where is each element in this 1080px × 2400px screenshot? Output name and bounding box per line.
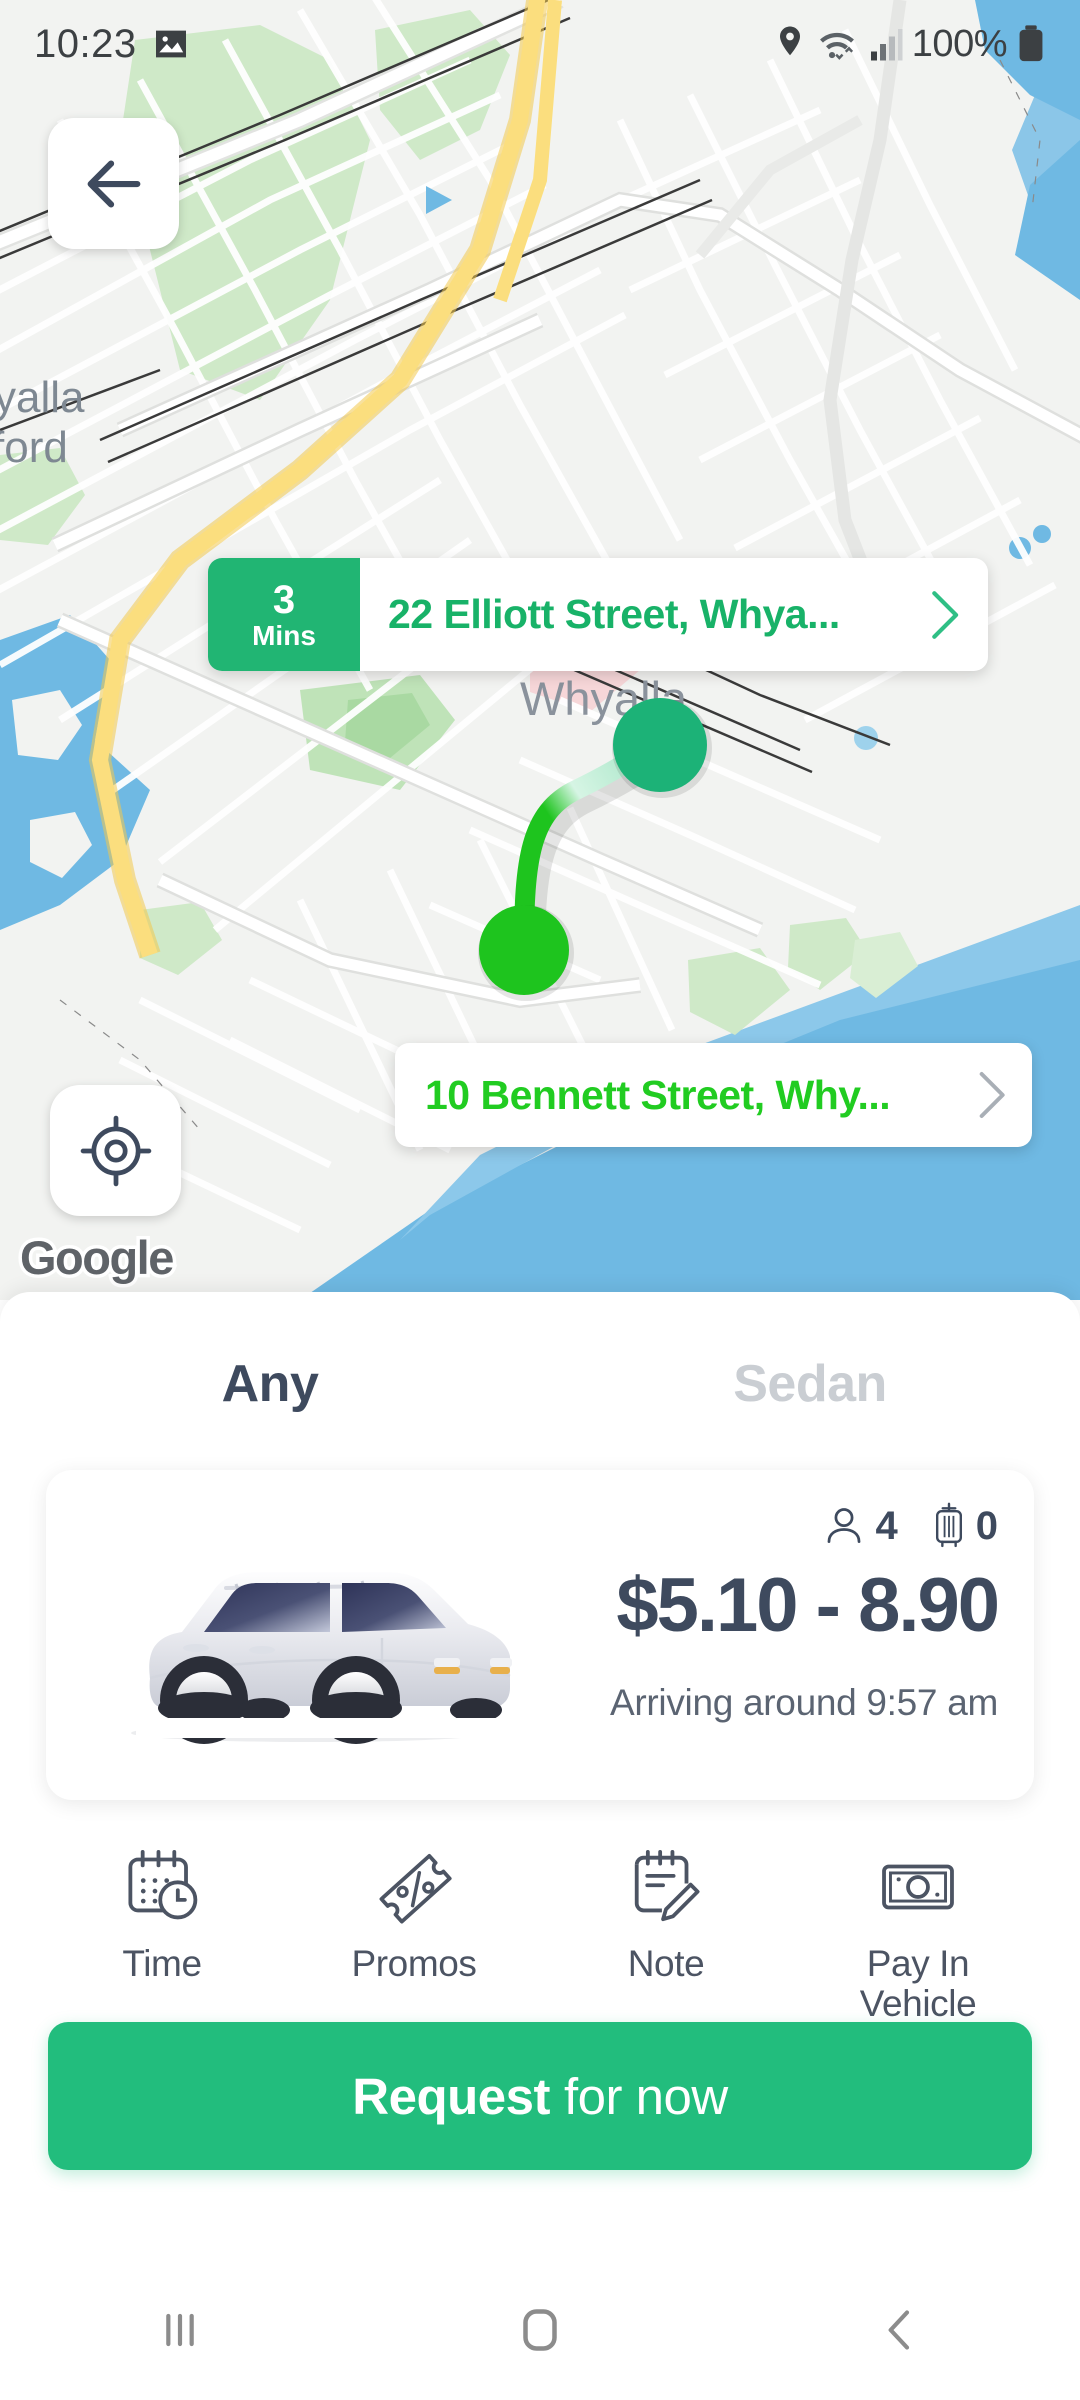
chevron-right-icon <box>979 1072 1005 1118</box>
chevron-right-icon <box>932 590 959 639</box>
request-button-light-text: for now <box>563 2067 728 2125</box>
google-attribution: Google <box>17 1228 178 1288</box>
signal-bars-icon <box>870 29 903 61</box>
fare-estimate: $5.10 - 8.90 <box>616 1563 1000 1648</box>
app-screen: yalla ford Whyalla 10:23 <box>0 0 1080 2400</box>
passenger-icon <box>827 1508 860 1543</box>
arrival-estimate: Arriving around 9:57 am <box>610 1682 998 1723</box>
image-icon <box>155 30 186 58</box>
request-ride-button[interactable]: Request for now <box>48 2022 1032 2170</box>
action-time-label: Time <box>122 1943 202 1984</box>
system-nav-bar <box>0 2260 1080 2400</box>
ride-actions-row: Time Promos Note Pay In Vehicle <box>36 1846 1044 2024</box>
arrow-left-icon <box>87 160 140 207</box>
tab-any[interactable]: Any <box>0 1354 540 1414</box>
silver-car-illustration <box>131 1572 526 1744</box>
destination-address-card[interactable]: 10 Bennett Street, Why... <box>395 1043 1032 1147</box>
status-bar: 10:23 100% <box>0 0 1080 88</box>
my-location-button[interactable] <box>50 1085 181 1216</box>
action-promos[interactable]: Promos <box>288 1846 540 2024</box>
action-note[interactable]: Note <box>540 1846 792 2024</box>
pickup-marker <box>613 698 707 792</box>
ticket-icon <box>379 1853 452 1924</box>
back-button[interactable] <box>48 118 179 249</box>
battery-percent-text: 100% <box>911 22 1008 65</box>
action-note-label: Note <box>627 1943 705 1984</box>
note-pencil-icon <box>634 1849 700 1922</box>
action-promos-label: Promos <box>351 1943 477 1984</box>
action-pay-in-vehicle[interactable]: Pay In Vehicle <box>792 1846 1044 2024</box>
nav-back-button[interactable] <box>820 2260 980 2400</box>
passenger-count: 4 <box>875 1503 898 1548</box>
map-edge-label-1: yalla <box>0 373 85 422</box>
destination-marker <box>479 905 569 995</box>
nav-home-button[interactable] <box>460 2260 620 2400</box>
pickup-eta-unit: Mins <box>252 619 316 651</box>
vehicle-capacity: 4 0 <box>822 1502 998 1550</box>
pickup-card-body[interactable]: 22 Elliott Street, Whya... <box>360 558 988 671</box>
crosshair-icon <box>80 1115 151 1186</box>
nav-back-icon <box>888 2310 910 2350</box>
nav-recents-button[interactable] <box>100 2260 260 2400</box>
recents-icon <box>166 2313 194 2347</box>
pickup-address-card[interactable]: 3 Mins 22 Elliott Street, Whya... <box>208 558 988 671</box>
calendar-clock-icon <box>128 1849 198 1920</box>
clock-text: 10:23 <box>34 21 137 66</box>
pickup-eta-badge: 3 Mins <box>208 558 360 671</box>
destination-address-text: 10 Bennett Street, Why... <box>425 1071 891 1118</box>
wifi-icon <box>819 32 854 60</box>
banknote-icon <box>882 1864 954 1910</box>
pickup-address-text: 22 Elliott Street, Whya... <box>388 591 840 637</box>
request-button-bold-text: Request <box>352 2067 550 2125</box>
location-pin-icon <box>779 26 800 56</box>
status-bar-left: 10:23 <box>34 22 191 67</box>
action-pay-label: Pay In Vehicle <box>859 1943 977 2024</box>
status-bar-right: 100% <box>775 23 1046 66</box>
pickup-eta-value: 3 <box>272 577 296 622</box>
battery-icon <box>1019 25 1043 62</box>
map-edge-label-2: ford <box>0 423 68 472</box>
luggage-count: 0 <box>975 1503 998 1548</box>
vehicle-class-tabs: Any Sedan <box>0 1292 1080 1414</box>
vehicle-option-card[interactable]: 4 0 $5.10 - 8.90 Arriving around 9:57 am <box>46 1470 1034 1800</box>
luggage-icon <box>935 1502 962 1548</box>
tab-sedan[interactable]: Sedan <box>540 1354 1080 1414</box>
home-icon <box>523 2309 557 2351</box>
action-time[interactable]: Time <box>36 1846 288 2024</box>
ride-options-sheet: Any Sedan 4 0 $5.10 - 8.90 Arriving arou… <box>0 1292 1080 2400</box>
